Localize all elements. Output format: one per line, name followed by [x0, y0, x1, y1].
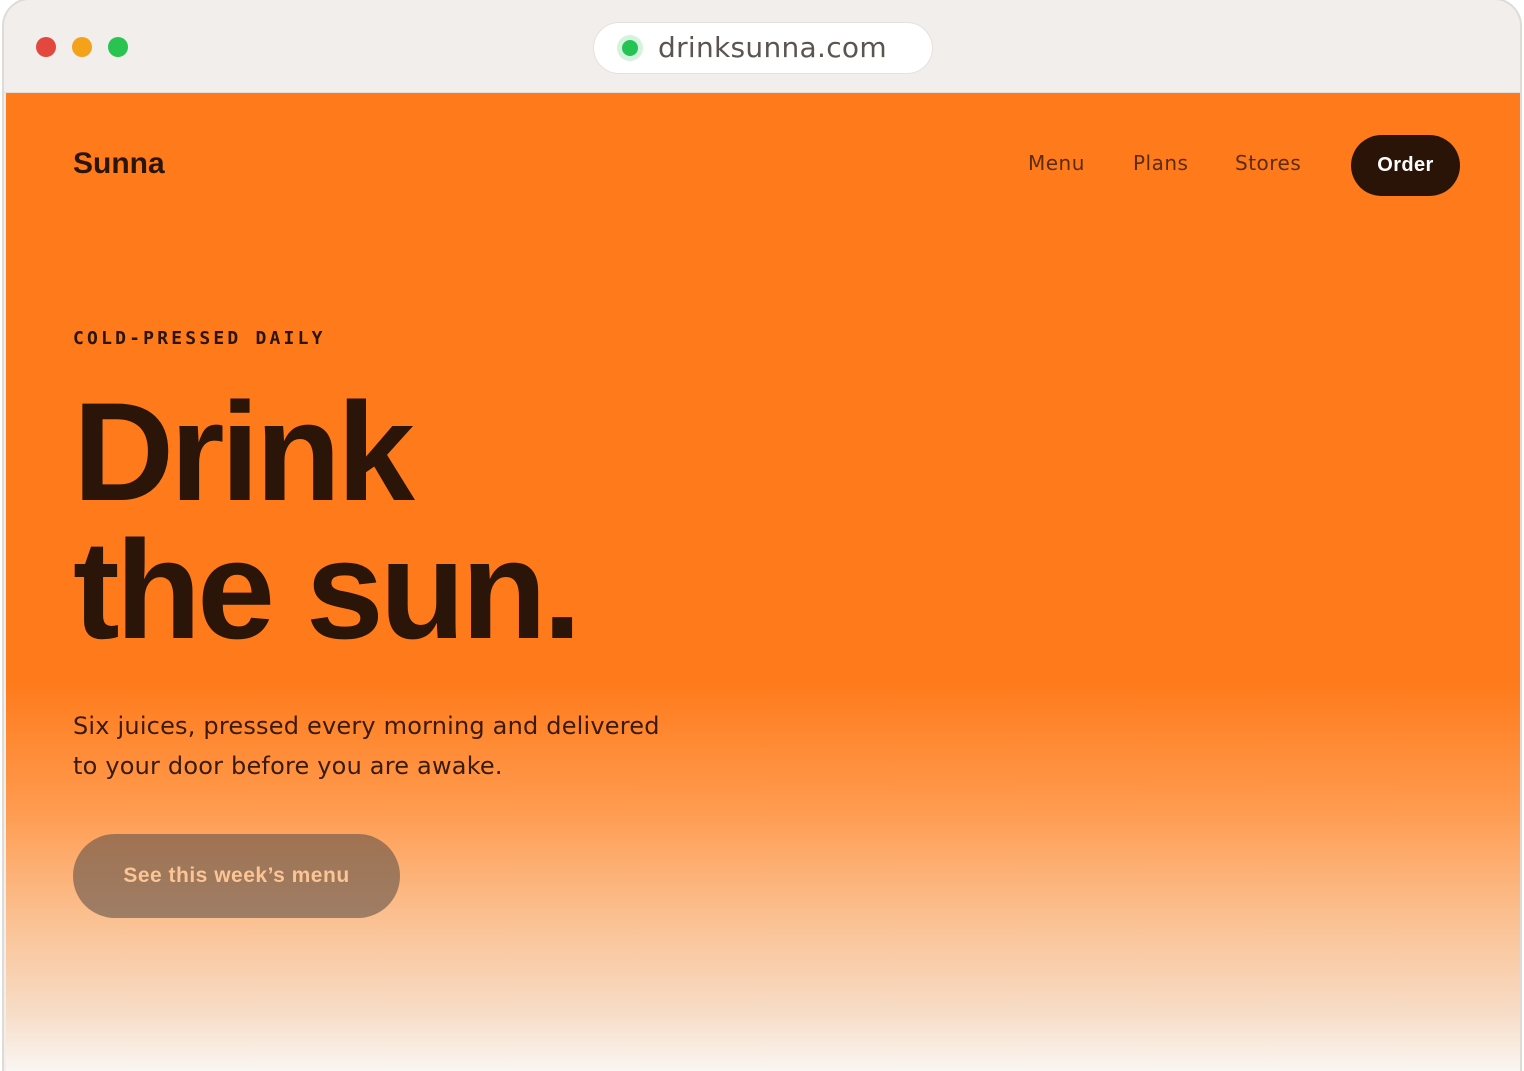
headline-line-1: Drink [73, 373, 415, 530]
browser-window: drinksunna.com Sunna Menu Plans Stores O… [4, 0, 1520, 1071]
nav-link-stores[interactable]: Stores [1235, 151, 1301, 175]
hero-eyebrow: COLD-PRESSED DAILY [73, 328, 326, 349]
nav-link-menu[interactable]: Menu [1028, 151, 1085, 175]
hero-page: Sunna Menu Plans Stores Order COLD-PRESS… [6, 93, 1520, 1071]
order-button[interactable]: Order [1351, 135, 1460, 196]
maximize-window-button[interactable] [108, 37, 128, 57]
nav-link-plans[interactable]: Plans [1133, 151, 1188, 175]
secure-dot-icon [617, 35, 643, 61]
see-menu-button[interactable]: See this week’s menu [73, 834, 400, 918]
browser-toolbar: drinksunna.com [4, 0, 1520, 93]
headline-line-2: the sun. [73, 511, 582, 668]
hero-lede: Six juices, pressed every morning and de… [73, 706, 713, 786]
close-window-button[interactable] [36, 37, 56, 57]
minimize-window-button[interactable] [72, 37, 92, 57]
url-text: drinksunna.com [658, 31, 887, 64]
brand-logo[interactable]: Sunna [73, 147, 165, 181]
address-bar[interactable]: drinksunna.com [594, 23, 932, 73]
lede-line-2: to your door before you are awake. [73, 752, 503, 780]
lede-line-1: Six juices, pressed every morning and de… [73, 712, 660, 740]
hero-headline: Drink the sun. [73, 373, 582, 668]
